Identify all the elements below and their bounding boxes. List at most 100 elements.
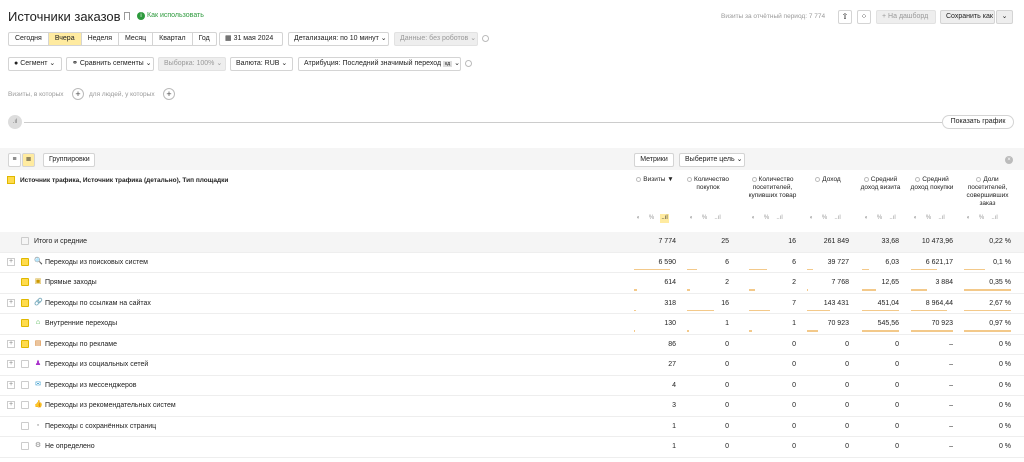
expand-toggle[interactable]: + <box>7 380 15 389</box>
percent-icon[interactable]: % <box>820 214 829 223</box>
segment-button[interactable]: ● Сегмент ⌄ <box>8 57 62 71</box>
bar-icon[interactable]: ..ıl <box>660 214 669 223</box>
table-row[interactable]: ▫ Переходы с сохранённых страниц 1 0 0 0 0 – 0 % <box>0 417 1024 437</box>
help-icon[interactable] <box>482 35 489 42</box>
table-row[interactable]: + ▤ Переходы по рекламе 86 0 0 0 0 – 0 % <box>0 335 1024 355</box>
cell-value: 261 849 <box>823 238 849 245</box>
row-label: Переходы из рекомендательных систем <box>45 402 176 409</box>
save-as-dropdown[interactable]: ⌄ <box>996 10 1013 24</box>
choose-goal-select[interactable]: Выберите цель ⌄ <box>679 153 745 167</box>
cell-value: 0 <box>895 340 899 348</box>
data-select[interactable]: Данные: без роботов ⌄ <box>394 32 478 46</box>
help-icon[interactable] <box>465 60 472 67</box>
pie-icon[interactable]: ◐ <box>687 214 696 223</box>
row-checkbox[interactable] <box>21 380 29 389</box>
period-month[interactable]: Месяц <box>119 33 154 45</box>
to-dashboard-button[interactable]: + На дашборд <box>876 10 936 24</box>
cell-value: 0 <box>845 402 849 409</box>
attribution-select[interactable]: Атрибуция: Последний значимый переход кд… <box>298 57 461 71</box>
row-checkbox[interactable] <box>21 360 29 368</box>
pie-icon[interactable]: ◐ <box>964 214 973 223</box>
pie-icon[interactable]: ◐ <box>634 214 643 223</box>
metrics-button[interactable]: Метрики <box>634 153 674 167</box>
save-as-button[interactable]: Сохранить как <box>940 10 995 24</box>
groupings-button[interactable]: Группировки <box>43 153 95 167</box>
row-checkbox[interactable] <box>21 421 29 430</box>
how-to-use-link[interactable]: i Как использовать <box>137 12 204 20</box>
detail-select[interactable]: Детализация: по 10 минут ⌄ <box>288 32 389 46</box>
tree-view-button[interactable]: ≣ <box>22 153 35 167</box>
row-checkbox[interactable] <box>21 298 29 307</box>
table-row[interactable]: + 🔍 Переходы из поисковых систем 6 590 6 6 39 … <box>0 253 1024 273</box>
row-checkbox[interactable] <box>21 257 29 266</box>
period-today[interactable]: Сегодня <box>9 33 49 45</box>
expand-toggle[interactable]: + <box>7 298 15 307</box>
table-row[interactable]: + 👍 Переходы из рекомендательных систем 3 0 0… <box>0 396 1024 417</box>
expand-toggle[interactable]: + <box>7 401 15 409</box>
table-row[interactable]: ⚙ Не определено 1 0 0 0 0 – 0 % <box>0 437 1024 458</box>
row-checkbox[interactable] <box>21 319 29 327</box>
bookmark-icon[interactable] <box>124 12 130 20</box>
table-row[interactable]: + ✉ Переходы из мессенджеров 4 0 0 0 0 – 0 % <box>0 376 1024 396</box>
dimension-checkbox[interactable] <box>7 176 15 184</box>
percent-icon[interactable]: % <box>762 214 771 223</box>
pie-icon[interactable]: ◐ <box>749 214 758 223</box>
column-header-6[interactable]: Доли посетителей, совершивших заказ <box>960 176 1015 208</box>
compare-segments-button[interactable]: ⚭ Сравнить сегменты ⌄ <box>66 57 154 71</box>
column-header-5[interactable]: Средний доход покупки <box>907 176 957 192</box>
period-quarter[interactable]: Квартал <box>153 33 193 45</box>
row-label: Итого и средние <box>34 238 88 245</box>
percent-icon[interactable]: % <box>700 214 709 223</box>
column-header-4[interactable]: Средний доход визита <box>858 176 903 192</box>
period-yesterday[interactable]: Вчера <box>48 33 82 45</box>
value-bar <box>687 309 714 311</box>
row-checkbox[interactable] <box>21 278 29 286</box>
share-button[interactable]: ⇧ <box>838 10 852 24</box>
cell-value: 6 <box>725 258 729 266</box>
internal-icon: ⌂ <box>35 319 41 326</box>
totals-row[interactable]: Итого и средние 7 774 25 16 261 849 33,68 10 4… <box>0 232 1024 253</box>
percent-icon[interactable]: % <box>977 214 986 223</box>
table-row[interactable]: + ♟ Переходы из социальных сетей 27 0 0 0 0 – 0 % <box>0 355 1024 376</box>
sample-select[interactable]: Выборка: 100% ⌄ <box>158 57 226 71</box>
cell-value: 143 431 <box>823 299 849 307</box>
expand-toggle[interactable]: + <box>7 360 15 368</box>
expand-toggle[interactable]: + <box>7 257 15 266</box>
add-visit-filter-button[interactable]: + <box>72 88 84 100</box>
expand-toggle[interactable]: + <box>7 339 15 348</box>
column-header-3[interactable]: Доход <box>803 176 853 184</box>
bar-icon[interactable]: ..ıl <box>833 214 842 223</box>
period-week[interactable]: Неделя <box>82 33 120 45</box>
percent-icon[interactable]: % <box>647 214 656 223</box>
date-picker[interactable]: ▦ 31 мая 2024 <box>219 32 283 46</box>
table-row[interactable]: ⌂ Внутренние переходы 130 1 1 70 923 545,56 70 … <box>0 314 1024 335</box>
close-icon[interactable]: × <box>1005 156 1013 164</box>
pie-icon[interactable]: ◐ <box>807 214 816 223</box>
bar-icon[interactable]: ..ıl <box>888 214 897 223</box>
segments-icon-button[interactable]: ⁘ <box>857 10 871 24</box>
flat-view-button[interactable]: ≡ <box>8 153 21 167</box>
column-header-1[interactable]: Количество покупок <box>683 176 733 192</box>
row-checkbox[interactable] <box>21 339 29 348</box>
column-header-2[interactable]: Количество посетителей, купивших товар <box>745 176 800 200</box>
pie-icon[interactable]: ◐ <box>911 214 920 223</box>
bar-icon[interactable]: ..ıl <box>990 214 999 223</box>
period-year[interactable]: Год <box>193 33 216 45</box>
percent-icon[interactable]: % <box>924 214 933 223</box>
column-view-icons: ◐% ..ıl <box>687 214 722 223</box>
cell-value: 0 <box>792 340 796 348</box>
percent-icon[interactable]: % <box>875 214 884 223</box>
row-checkbox[interactable] <box>21 401 29 409</box>
row-checkbox[interactable] <box>21 442 29 450</box>
bar-icon[interactable]: ..ıl <box>713 214 722 223</box>
column-header-0[interactable]: Визиты ▼ <box>630 176 680 184</box>
bar-icon[interactable]: ..ıl <box>775 214 784 223</box>
show-chart-button[interactable]: Показать график <box>942 115 1014 129</box>
currency-select[interactable]: Валюта: RUB ⌄ <box>230 57 293 71</box>
bar-icon[interactable]: ..ıl <box>937 214 946 223</box>
add-people-filter-button[interactable]: + <box>163 88 175 100</box>
pie-icon[interactable]: ◐ <box>862 214 871 223</box>
table-row[interactable]: + 🔗 Переходы по ссылкам на сайтах 318 16 7 143… <box>0 294 1024 314</box>
table-row[interactable]: ▣ Прямые заходы 614 2 2 7 768 12,65 3 884 0,35 % <box>0 273 1024 294</box>
row-checkbox[interactable] <box>21 237 29 245</box>
